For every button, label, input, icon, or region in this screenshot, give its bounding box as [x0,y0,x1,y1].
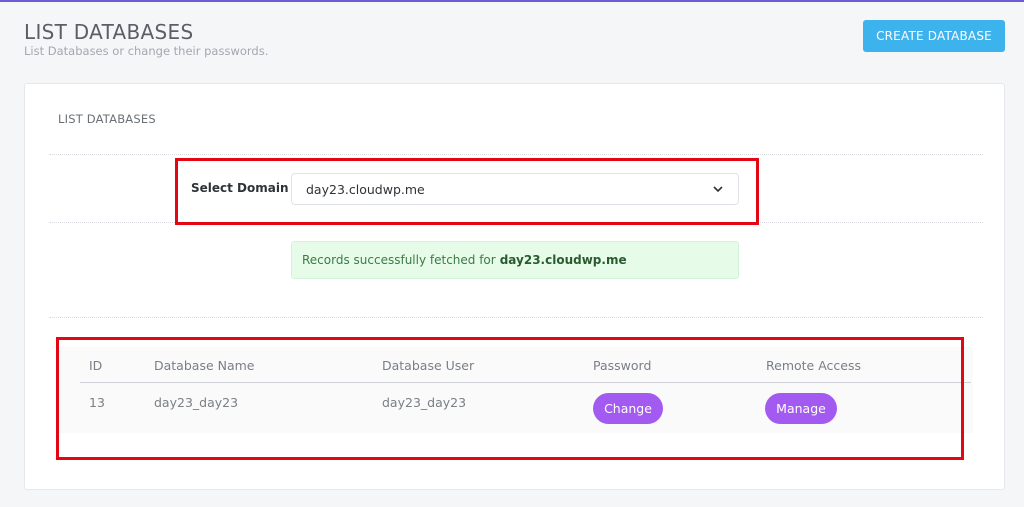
divider [49,222,983,223]
domain-select[interactable]: day23.cloudwp.me [291,173,739,205]
alert-domain: day23.cloudwp.me [499,253,627,267]
column-header-id: ID [89,358,103,373]
column-header-password: Password [593,358,652,373]
databases-table: ID Database Name Database User Password … [56,347,973,433]
cell-database-name: day23_day23 [154,395,239,410]
create-database-button[interactable]: CREATE DATABASE [863,20,1005,52]
list-databases-card: LIST DATABASES Select Domain day23.cloud… [24,83,1005,490]
cell-database-user: day23_day23 [382,395,467,410]
page-title: LIST DATABASES [24,20,194,44]
change-password-button[interactable]: Change [593,393,663,424]
table-header-divider [80,382,971,383]
column-header-database-name: Database Name [154,358,255,373]
alert-text: Records successfully fetched for [302,253,496,267]
success-alert: Records successfully fetched for day23.c… [291,241,739,279]
top-accent-line [0,0,1024,2]
card-title: LIST DATABASES [58,112,156,126]
cell-id: 13 [89,395,105,410]
divider [49,154,983,155]
manage-remote-access-button[interactable]: Manage [765,393,837,424]
select-domain-label: Select Domain [191,181,289,195]
chevron-down-icon [712,183,724,195]
column-header-database-user: Database User [382,358,475,373]
column-header-remote-access: Remote Access [766,358,861,373]
divider [49,317,983,318]
domain-select-value: day23.cloudwp.me [306,181,425,197]
page-subtitle: List Databases or change their passwords… [24,44,269,58]
